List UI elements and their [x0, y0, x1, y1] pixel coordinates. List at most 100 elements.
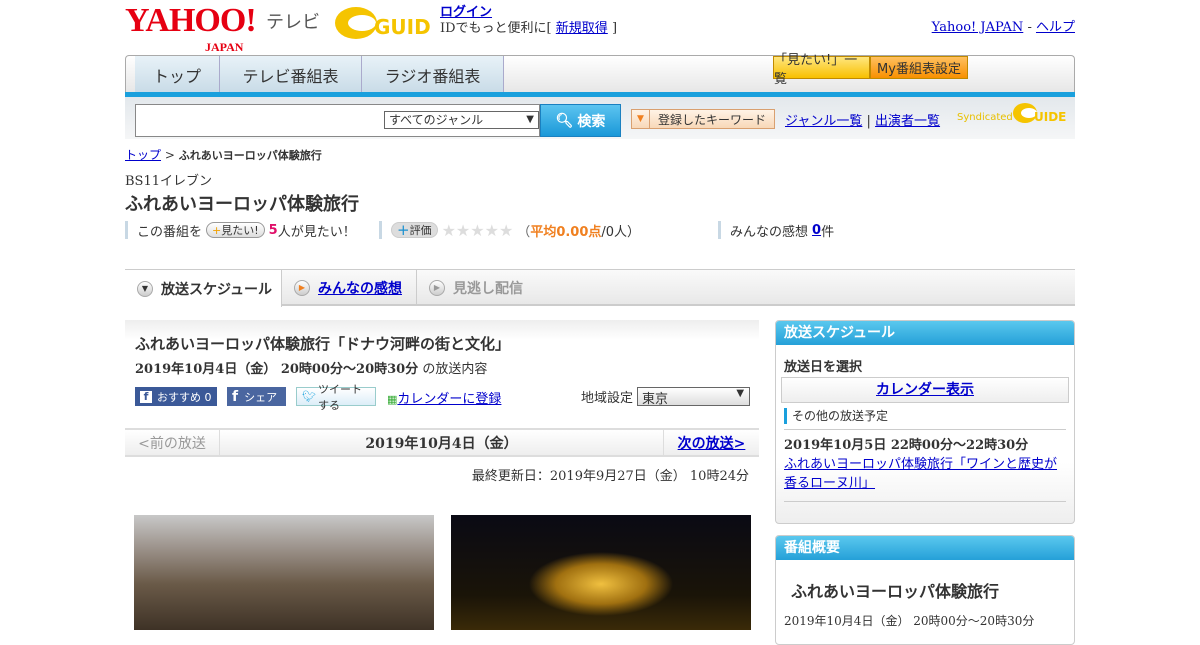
nav-tab-tv[interactable]: テレビ番組表: [220, 56, 362, 93]
fb-share-label: シェア: [244, 390, 278, 404]
episode-photo-street: [134, 515, 434, 630]
rating-stars: ★★★★★: [441, 220, 514, 240]
calendar-register[interactable]: ▦カレンダーに登録: [387, 388, 501, 407]
login-note-end: ]: [611, 21, 618, 36]
want-count: 5: [268, 222, 278, 238]
want-stat: この番組を + 見たい! 5 人が見たい！: [125, 221, 356, 240]
tab-impressions[interactable]: ▶ みんなの感想: [282, 270, 417, 305]
login-note: IDでもっと便利に[: [440, 21, 552, 36]
genre-value: すべてのジャンル: [389, 113, 484, 127]
select-date-label: 放送日を選択: [784, 360, 863, 375]
yahoo-logo[interactable]: YAHOO! JAPAN: [125, 4, 257, 55]
dropdown-arrow-icon: ▼: [526, 114, 534, 125]
calendar-link[interactable]: カレンダーに登録: [397, 392, 501, 407]
summary-program-title: ふれあいヨーロッパ体験旅行: [791, 582, 1000, 601]
impressions-count[interactable]: 0: [812, 223, 821, 238]
impressions-label: みんなの感想: [730, 224, 809, 240]
impressions-stat: みんなの感想 0 件: [718, 221, 835, 240]
breadcrumb-top[interactable]: トップ: [125, 148, 161, 162]
episode-nav: <前の放送 2019年10月4日（金） 次の放送>: [125, 428, 759, 457]
fb-share-button[interactable]: f シェア: [227, 387, 286, 406]
current-date: 2019年10月4日（金）: [365, 435, 518, 452]
tab-label: 放送スケジュール: [161, 281, 273, 298]
program-tabs: ▼ 放送スケジュール ▶ みんなの感想 ▶ 見逃し配信: [125, 269, 1075, 307]
calendar-add-icon: ▦: [387, 393, 398, 406]
rating-count: /0人）: [601, 224, 641, 240]
episode-title: ふれあいヨーロッパ体験旅行「ドナウ河畔の街と文化」: [135, 335, 511, 353]
breadcrumb-sep: >: [164, 148, 175, 162]
average-rating: 平均0.00点: [530, 224, 602, 240]
schedule-panel: 放送スケジュール 放送日を選択 カレンダー表示 その他の放送予定 2019年10…: [775, 320, 1075, 524]
region-label: 地域設定: [581, 391, 634, 406]
plus-icon: +: [212, 223, 222, 237]
channel-name: BS11イレブン: [125, 174, 213, 189]
other-broadcast-time: 2019年10月5日 22時00分～22時30分: [784, 429, 1066, 453]
tweet-button[interactable]: 🐦︎ ツイートする: [296, 383, 376, 412]
list-links: ジャンル一覧 | 出演者一覧: [785, 110, 940, 129]
region-value: 東京: [642, 392, 669, 407]
want-button[interactable]: + 見たい!: [206, 222, 265, 238]
want-prefix: この番組を: [137, 224, 203, 240]
last-updated: 最終更新日：2019年9月27日（金） 10時24分: [471, 469, 749, 484]
chevron-down-icon: ▼: [137, 280, 153, 297]
schedule-panel-title: 放送スケジュール: [776, 321, 1074, 345]
separator: -: [1027, 20, 1032, 35]
summary-time: 2019年10月4日（金） 20時00分～20時30分: [784, 614, 1035, 628]
genre-list-link[interactable]: ジャンル一覧: [785, 114, 862, 129]
episode-datetime: 2019年10月4日（金） 20時00分～20時30分: [135, 362, 419, 377]
play-icon: ▶: [294, 279, 310, 296]
dropdown-icon: ▼: [632, 110, 650, 128]
signup-link[interactable]: 新規取得: [556, 21, 608, 36]
facebook-icon: f: [140, 390, 152, 403]
search-icon: 🔍︎: [555, 112, 574, 129]
calendar-view-link[interactable]: カレンダー表示: [876, 382, 974, 398]
search-label: 検索: [577, 113, 606, 130]
prev-broadcast[interactable]: <前の放送: [125, 430, 220, 455]
episode-photo-parliament: [451, 515, 751, 630]
breadcrumb: トップ > ふれあいヨーロッパ体験旅行: [125, 146, 322, 163]
nav-tab-top[interactable]: トップ: [135, 56, 220, 93]
facebook-icon: f: [232, 388, 239, 405]
play-icon: ▶: [429, 279, 445, 296]
cast-list-link[interactable]: 出演者一覧: [875, 114, 940, 129]
login-area: ログイン IDでもっと便利に[ 新規取得 ]: [440, 5, 617, 37]
my-settings-button[interactable]: My番組表設定: [870, 56, 968, 79]
yahoo-japan-link[interactable]: Yahoo! JAPAN: [932, 20, 1024, 35]
other-broadcasts-label: その他の放送予定: [784, 408, 1066, 424]
genre-select[interactable]: すべてのジャンル ▼: [384, 111, 539, 129]
service-name: テレビ: [266, 12, 320, 33]
other-broadcast-link[interactable]: ふれあいヨーロッパ体験旅行「ワインと歴史が香るローヌ川」: [784, 457, 1057, 491]
want-suffix: 人が見たい！: [277, 224, 356, 240]
fb-recommend-label: おすすめ 0: [157, 390, 212, 404]
nav-tab-radio[interactable]: ラジオ番組表: [362, 56, 504, 93]
search-button[interactable]: 🔍︎ 検索: [540, 104, 621, 137]
svg-text:UIDE: UIDE: [1034, 110, 1066, 124]
page-title: ふれあいヨーロッパ体験旅行: [125, 194, 359, 215]
impressions-unit: 件: [821, 224, 835, 240]
episode-time-suffix: の放送内容: [422, 362, 488, 377]
summary-panel-title: 番組概要: [776, 536, 1074, 560]
gguide-logo: GUIDE: [335, 7, 432, 39]
avg-open: （: [517, 224, 531, 240]
breadcrumb-current: ふれあいヨーロッパ体験旅行: [178, 149, 322, 162]
separator: |: [866, 114, 871, 129]
next-broadcast[interactable]: 次の放送>: [678, 433, 746, 453]
tab-label: みんなの感想: [318, 280, 402, 297]
keywords-button[interactable]: ▼ 登録したキーワード: [631, 109, 775, 129]
tab-catchup[interactable]: ▶ 見逃し配信: [417, 270, 547, 305]
tab-schedule[interactable]: ▼ 放送スケジュール: [125, 270, 282, 307]
want-list-button[interactable]: 「見たい!」一覧: [773, 53, 870, 87]
region-select[interactable]: 東京 ▼: [637, 387, 751, 407]
syndicated-label: Syndicated: [957, 112, 1013, 123]
plus-icon: +: [397, 221, 410, 239]
top-links: Yahoo! JAPAN - ヘルプ: [932, 16, 1075, 35]
rate-button[interactable]: + 評価: [391, 221, 438, 239]
help-link[interactable]: ヘルプ: [1036, 20, 1075, 35]
dropdown-arrow-icon: ▼: [736, 388, 745, 399]
login-link[interactable]: ログイン: [440, 5, 492, 20]
rating-stat: + 評価 ★★★★★ （平均0.00点/0人）: [379, 220, 641, 240]
summary-panel: 番組概要 ふれあいヨーロッパ体験旅行 2019年10月4日（金） 20時00分～…: [775, 535, 1075, 645]
tweet-label: ツイートする: [317, 382, 362, 412]
fb-recommend-button[interactable]: f おすすめ 0: [135, 387, 217, 406]
episode-time: 2019年10月4日（金） 20時00分～20時30分 の放送内容: [135, 358, 487, 377]
